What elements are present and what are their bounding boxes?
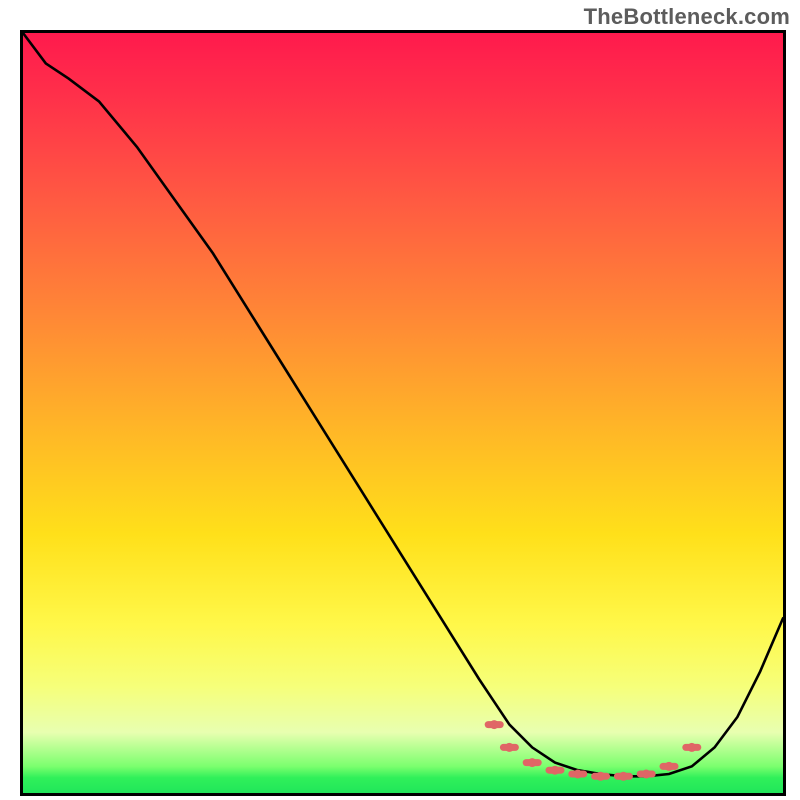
valley-marker-dot: [551, 766, 560, 775]
valley-marker-dot: [490, 720, 499, 729]
valley-marker-dot: [596, 772, 605, 781]
chart-frame: [20, 30, 786, 796]
valley-marker-dot: [528, 758, 537, 767]
valley-marker-dot: [687, 743, 696, 752]
valley-marker-dot: [642, 770, 651, 779]
valley-marker-dot: [665, 762, 674, 771]
curve-line: [23, 33, 783, 776]
valley-marker-dot: [505, 743, 514, 752]
attribution-label: TheBottleneck.com: [584, 4, 790, 30]
valley-marker-dot: [573, 770, 582, 779]
valley-marker-dot: [619, 772, 628, 781]
bottleneck-curve: [23, 33, 783, 793]
